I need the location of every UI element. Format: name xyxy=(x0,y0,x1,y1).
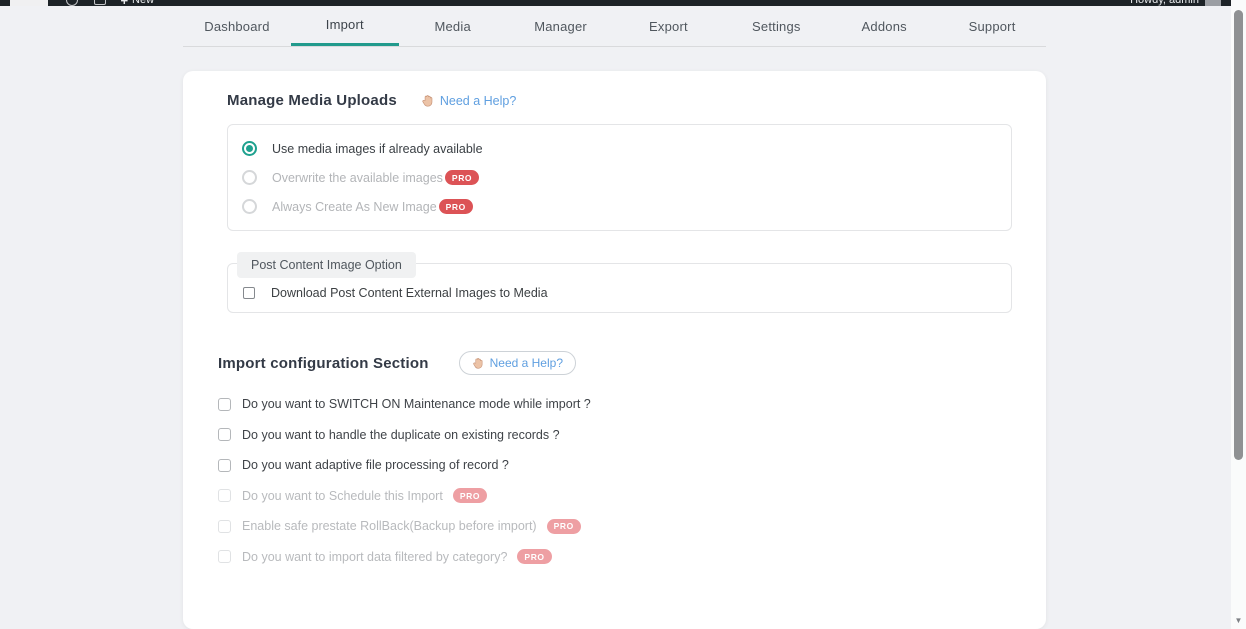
pro-badge: PRO xyxy=(453,488,487,503)
import-config-help-label: Need a Help? xyxy=(490,356,563,370)
checkbox-download-external-images[interactable] xyxy=(243,287,255,299)
plugin-nav: Dashboard Import Media Manager Export Se… xyxy=(183,6,1046,47)
pro-badge: PRO xyxy=(439,199,473,214)
tab-support[interactable]: Support xyxy=(938,6,1046,46)
option-row-adaptive-processing[interactable]: Do you want adaptive file processing of … xyxy=(218,450,1012,481)
option-label: Do you want to SWITCH ON Maintenance mod… xyxy=(242,397,591,411)
radio-create-new-image[interactable] xyxy=(242,199,257,214)
option-label: Do you want to handle the duplicate on e… xyxy=(242,428,560,442)
updates-icon[interactable] xyxy=(66,0,78,6)
hand-icon xyxy=(472,357,484,370)
radio-overwrite-images[interactable] xyxy=(242,170,257,185)
pro-badge: PRO xyxy=(445,170,479,185)
media-options-box: Use media images if already available Ov… xyxy=(227,124,1012,231)
radio-label: Use media images if already available xyxy=(272,142,483,156)
media-section-title: Manage Media Uploads xyxy=(227,92,397,109)
media-help-label: Need a Help? xyxy=(440,94,516,108)
tab-dashboard[interactable]: Dashboard xyxy=(183,6,291,46)
import-config-options: Do you want to SWITCH ON Maintenance mod… xyxy=(218,389,1012,572)
hand-icon xyxy=(421,94,434,108)
import-config-header: Import configuration Section Need a Help… xyxy=(218,351,1012,375)
tab-addons[interactable]: Addons xyxy=(830,6,938,46)
post-content-legend: Post Content Image Option xyxy=(237,252,416,278)
checkbox-handle-duplicate[interactable] xyxy=(218,428,231,441)
pro-badge: PRO xyxy=(517,549,551,564)
radio-row-overwrite-images[interactable]: Overwrite the available images PRO xyxy=(242,163,997,192)
comments-icon[interactable] xyxy=(94,0,106,5)
wp-admin-bar: + New Howdy, admin xyxy=(0,0,1231,6)
checkbox-safe-rollback[interactable] xyxy=(218,520,231,533)
howdy-menu[interactable]: Howdy, admin xyxy=(1130,0,1199,6)
tab-media[interactable]: Media xyxy=(399,6,507,46)
avatar[interactable] xyxy=(1205,0,1221,6)
radio-row-use-media-images[interactable]: Use media images if already available xyxy=(242,134,997,163)
tab-export[interactable]: Export xyxy=(615,6,723,46)
import-config-help-link[interactable]: Need a Help? xyxy=(459,351,576,375)
post-content-image-option-box: Post Content Image Option Download Post … xyxy=(227,263,1012,313)
scrollbar-track[interactable]: ▼ xyxy=(1231,0,1246,629)
checkbox-adaptive-processing[interactable] xyxy=(218,459,231,472)
checkbox-label: Download Post Content External Images to… xyxy=(271,286,548,300)
option-row-handle-duplicate[interactable]: Do you want to handle the duplicate on e… xyxy=(218,420,1012,451)
site-name-badge[interactable] xyxy=(10,0,48,6)
scrollbar-thumb[interactable] xyxy=(1234,10,1243,460)
media-help-link[interactable]: Need a Help? xyxy=(421,94,516,108)
new-content-button[interactable]: + New xyxy=(120,0,154,6)
import-config-title: Import configuration Section xyxy=(218,355,429,372)
new-label: New xyxy=(132,0,154,6)
import-config-section: Import configuration Section Need a Help… xyxy=(218,351,1012,572)
radio-row-create-new-image[interactable]: Always Create As New Image PRO xyxy=(242,192,997,221)
option-label: Do you want adaptive file processing of … xyxy=(242,458,509,472)
option-row-maintenance-mode[interactable]: Do you want to SWITCH ON Maintenance mod… xyxy=(218,389,1012,420)
checkbox-maintenance-mode[interactable] xyxy=(218,398,231,411)
radio-label: Always Create As New Image xyxy=(272,200,437,214)
tab-manager[interactable]: Manager xyxy=(507,6,615,46)
tab-import[interactable]: Import xyxy=(291,6,399,46)
option-label: Do you want to Schedule this Import xyxy=(242,489,443,503)
radio-use-media-images[interactable] xyxy=(242,141,257,156)
tab-settings[interactable]: Settings xyxy=(722,6,830,46)
media-section-header: Manage Media Uploads Need a Help? xyxy=(227,92,1012,109)
checkbox-filter-by-category[interactable] xyxy=(218,550,231,563)
option-row-filter-by-category[interactable]: Do you want to import data filtered by c… xyxy=(218,542,1012,573)
radio-label: Overwrite the available images xyxy=(272,171,443,185)
scrollbar-down-arrow[interactable]: ▼ xyxy=(1231,617,1246,625)
pro-badge: PRO xyxy=(547,519,581,534)
plus-icon: + xyxy=(120,0,128,6)
import-settings-card: Manage Media Uploads Need a Help? Use me… xyxy=(183,71,1046,629)
option-label: Do you want to import data filtered by c… xyxy=(242,550,507,564)
option-row-safe-rollback[interactable]: Enable safe prestate RollBack(Backup bef… xyxy=(218,511,1012,542)
option-label: Enable safe prestate RollBack(Backup bef… xyxy=(242,519,537,533)
option-row-schedule-import[interactable]: Do you want to Schedule this Import PRO xyxy=(218,481,1012,512)
checkbox-schedule-import[interactable] xyxy=(218,489,231,502)
